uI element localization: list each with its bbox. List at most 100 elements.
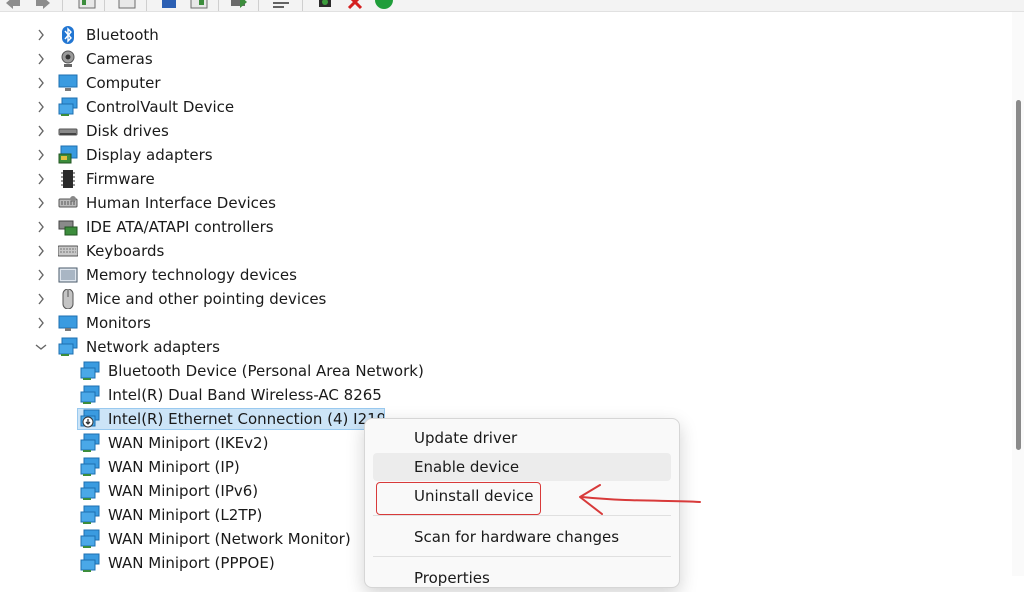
tree-device-label: WAN Miniport (L2TP) bbox=[108, 506, 263, 524]
chevron-down-icon[interactable] bbox=[34, 340, 48, 354]
enable-device-icon[interactable] bbox=[375, 0, 393, 10]
chevron-right-icon[interactable] bbox=[34, 28, 48, 42]
toolbar-separator bbox=[146, 0, 147, 11]
show-hidden-icon[interactable] bbox=[190, 0, 208, 10]
chevron-right-icon[interactable] bbox=[34, 268, 48, 282]
tree-device-item[interactable]: WAN Miniport (IKEv2) bbox=[80, 431, 268, 455]
tree-device-item[interactable]: WAN Miniport (IPv6) bbox=[80, 479, 258, 503]
tree-category-memory[interactable]: Memory technology devices bbox=[34, 263, 297, 287]
tree-category-hid[interactable]: Human Interface Devices bbox=[34, 191, 276, 215]
monitor-icon bbox=[58, 313, 78, 333]
menu-item-label: Properties bbox=[414, 569, 490, 587]
chevron-right-icon[interactable] bbox=[34, 244, 48, 258]
menu-item-scan-hardware[interactable]: Scan for hardware changes bbox=[373, 523, 671, 551]
tree-device-item[interactable]: WAN Miniport (Network Monitor) bbox=[80, 527, 351, 551]
tree-device-item[interactable]: Intel(R) Dual Band Wireless-AC 8265 bbox=[80, 383, 382, 407]
tree-device-item[interactable]: WAN Miniport (IP) bbox=[80, 455, 240, 479]
computer-icon bbox=[58, 73, 78, 93]
display-adapter-icon bbox=[58, 145, 78, 165]
tree-category-label: Cameras bbox=[86, 50, 153, 68]
network-adapter-icon bbox=[80, 505, 100, 525]
menu-item-label: Update driver bbox=[414, 429, 518, 447]
network-adapter-icon bbox=[80, 529, 100, 549]
annotation-arrow-icon bbox=[579, 484, 701, 515]
forward-icon[interactable] bbox=[34, 0, 52, 10]
tree-category-label: ControlVault Device bbox=[86, 98, 235, 116]
tree-category-ide[interactable]: IDE ATA/ATAPI controllers bbox=[34, 215, 274, 239]
firmware-icon bbox=[58, 169, 78, 189]
toolbar-separator bbox=[258, 0, 259, 11]
tree-device-label: Intel(R) Dual Band Wireless-AC 8265 bbox=[108, 386, 382, 404]
properties-sheet-icon[interactable] bbox=[78, 0, 96, 10]
network-adapter-icon bbox=[80, 433, 100, 453]
network-adapter-icon bbox=[58, 337, 78, 357]
scan-hardware-icon[interactable] bbox=[160, 0, 178, 10]
tree-device-item[interactable]: WAN Miniport (L2TP) bbox=[80, 503, 262, 527]
toolbar-separator bbox=[302, 0, 303, 11]
toolbar-separator bbox=[104, 0, 105, 11]
chevron-right-icon[interactable] bbox=[34, 52, 48, 66]
device-list-icon[interactable] bbox=[272, 0, 290, 10]
tree-device-label: WAN Miniport (IPv6) bbox=[108, 482, 259, 500]
tree-device-item[interactable]: Bluetooth Device (Personal Area Network) bbox=[80, 359, 424, 383]
back-icon[interactable] bbox=[4, 0, 22, 10]
chevron-right-icon[interactable] bbox=[34, 220, 48, 234]
tree-device-label: Intel(R) Ethernet Connection (4) I219-LM bbox=[108, 410, 385, 428]
network-adapter-icon bbox=[80, 553, 100, 573]
tree-category-disk-drives[interactable]: Disk drives bbox=[34, 119, 169, 143]
disk-drive-icon bbox=[58, 121, 78, 141]
bluetooth-icon bbox=[58, 25, 78, 45]
help-icon[interactable] bbox=[118, 0, 136, 10]
tree-category-mice[interactable]: Mice and other pointing devices bbox=[34, 287, 326, 311]
disabled-network-adapter-icon bbox=[80, 409, 100, 429]
tree-category-cameras[interactable]: Cameras bbox=[34, 47, 153, 71]
chevron-right-icon[interactable] bbox=[34, 124, 48, 138]
tree-category-keyboards[interactable]: Keyboards bbox=[34, 239, 164, 263]
tree-category-label: Human Interface Devices bbox=[86, 194, 276, 212]
selection-highlight: Intel(R) Ethernet Connection (4) I219-LM bbox=[77, 408, 385, 430]
tree-category-bluetooth[interactable]: Bluetooth bbox=[34, 23, 159, 47]
memory-icon bbox=[58, 265, 78, 285]
tree-category-monitors[interactable]: Monitors bbox=[34, 311, 151, 335]
chevron-right-icon[interactable] bbox=[34, 172, 48, 186]
tree-device-label: WAN Miniport (IP) bbox=[108, 458, 240, 476]
tree-category-label: Memory technology devices bbox=[86, 266, 297, 284]
chevron-right-icon[interactable] bbox=[34, 196, 48, 210]
network-adapter-icon bbox=[80, 481, 100, 501]
menu-separator bbox=[373, 556, 671, 557]
chevron-right-icon[interactable] bbox=[34, 76, 48, 90]
tree-category-firmware[interactable]: Firmware bbox=[34, 167, 155, 191]
menu-item-label: Scan for hardware changes bbox=[414, 528, 620, 546]
network-adapter-icon bbox=[80, 385, 100, 405]
tree-category-display-adapters[interactable]: Display adapters bbox=[34, 143, 213, 167]
update-hardware-icon[interactable] bbox=[316, 0, 334, 10]
tree-category-controlvault[interactable]: ControlVault Device bbox=[34, 95, 234, 119]
chevron-right-icon[interactable] bbox=[34, 148, 48, 162]
menu-item-properties[interactable]: Properties bbox=[373, 564, 671, 592]
annotation-highlight-box bbox=[376, 482, 541, 515]
chevron-right-icon[interactable] bbox=[34, 292, 48, 306]
tree-device-label: WAN Miniport (PPPOE) bbox=[108, 554, 275, 572]
tree-category-label: Keyboards bbox=[86, 242, 165, 260]
menu-item-update-driver[interactable]: Update driver bbox=[373, 424, 671, 452]
tree-device-item-selected[interactable]: Intel(R) Ethernet Connection (4) I219-LM bbox=[77, 407, 385, 431]
update-driver-icon[interactable] bbox=[230, 0, 248, 10]
chevron-right-icon[interactable] bbox=[34, 316, 48, 330]
camera-icon bbox=[58, 49, 78, 69]
tree-category-label: Firmware bbox=[86, 170, 155, 188]
tree-category-label: Monitors bbox=[86, 314, 151, 332]
toolbar bbox=[0, 0, 1024, 12]
tree-device-label: WAN Miniport (IKEv2) bbox=[108, 434, 269, 452]
tree-device-label: WAN Miniport (Network Monitor) bbox=[108, 530, 351, 548]
tree-device-item[interactable]: WAN Miniport (PPPOE) bbox=[80, 551, 275, 575]
network-adapter-icon bbox=[80, 361, 100, 381]
tree-category-label: Mice and other pointing devices bbox=[86, 290, 327, 308]
chevron-right-icon[interactable] bbox=[34, 100, 48, 114]
tree-category-label: Computer bbox=[86, 74, 161, 92]
uninstall-x-icon[interactable] bbox=[346, 0, 364, 10]
scrollbar-thumb[interactable] bbox=[1016, 100, 1021, 450]
tree-category-computer[interactable]: Computer bbox=[34, 71, 161, 95]
mouse-icon bbox=[58, 288, 78, 310]
menu-item-enable-device[interactable]: Enable device bbox=[373, 453, 671, 481]
tree-category-network-adapters[interactable]: Network adapters bbox=[34, 335, 220, 359]
